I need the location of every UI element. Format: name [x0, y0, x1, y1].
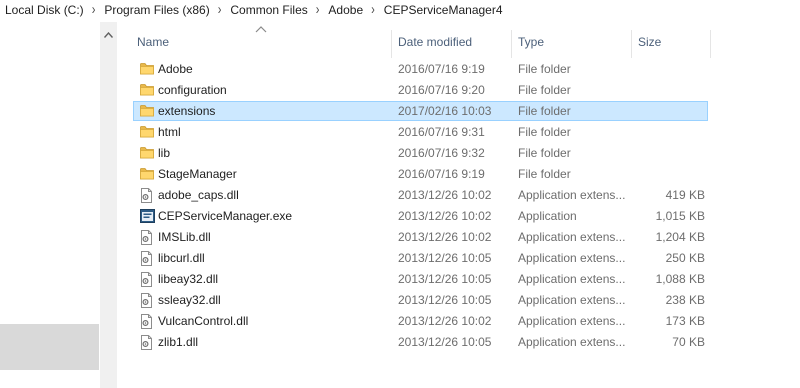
list-item[interactable]: libcurl.dll 2013/12/26 10:05 Application…	[133, 248, 708, 268]
file-name: configuration	[158, 83, 227, 97]
file-date: 2013/12/26 10:02	[398, 209, 492, 223]
file-type: Application extens...	[518, 272, 626, 286]
file-name: libeay32.dll	[158, 272, 219, 286]
breadcrumb-program-files[interactable]: Program Files (x86)	[99, 3, 213, 17]
list-item[interactable]: html 2016/07/16 9:31 File folder	[133, 122, 708, 142]
file-date: 2016/07/16 9:19	[398, 167, 485, 181]
file-date: 2013/12/26 10:05	[398, 293, 492, 307]
file-size: 1,088 KB	[655, 272, 705, 286]
breadcrumb-separator-icon[interactable]: ›	[214, 2, 226, 18]
scroll-up-arrow-icon[interactable]	[100, 28, 117, 42]
dll-file-icon	[140, 293, 154, 308]
file-name: extensions	[158, 104, 216, 118]
list-item[interactable]: ssleay32.dll 2013/12/26 10:05 Applicatio…	[133, 290, 708, 310]
file-type: File folder	[518, 125, 571, 139]
list-item[interactable]: lib 2016/07/16 9:32 File folder	[133, 143, 708, 163]
file-size: 250 KB	[665, 251, 705, 265]
file-date: 2013/12/26 10:05	[398, 272, 492, 286]
file-date: 2013/12/26 10:02	[398, 188, 492, 202]
file-name: zlib1.dll	[158, 335, 199, 349]
list-item[interactable]: StageManager 2016/07/16 9:19 File folder	[133, 164, 708, 184]
file-type: File folder	[518, 146, 571, 160]
file-size: 70 KB	[672, 335, 705, 349]
list-item[interactable]: zlib1.dll 2013/12/26 10:05 Application e…	[133, 332, 708, 352]
list-item[interactable]: CEPServiceManager.exe 2013/12/26 10:02 A…	[133, 206, 708, 226]
folder-icon	[140, 104, 154, 119]
file-date: 2013/12/26 10:05	[398, 251, 492, 265]
breadcrumb-common-files[interactable]: Common Files	[225, 3, 311, 17]
column-date-modified[interactable]: Date modified	[392, 30, 512, 58]
list-item[interactable]: VulcanControl.dll 2013/12/26 10:02 Appli…	[133, 311, 708, 331]
file-type: Application extens...	[518, 188, 626, 202]
breadcrumb: Local Disk (C:) › Program Files (x86) › …	[0, 0, 800, 20]
file-type: Application extens...	[518, 230, 626, 244]
file-name: html	[158, 125, 181, 139]
breadcrumb-cepservicemanager4[interactable]: CEPServiceManager4	[379, 3, 507, 17]
dll-file-icon	[140, 188, 154, 203]
file-size: 173 KB	[665, 314, 705, 328]
file-date: 2017/02/16 10:03	[398, 104, 492, 118]
column-header: Name Date modified Type Size	[117, 26, 800, 58]
dll-file-icon	[140, 230, 154, 245]
breadcrumb-adobe[interactable]: Adobe	[323, 3, 367, 17]
file-date: 2016/07/16 9:19	[398, 62, 485, 76]
file-date: 2016/07/16 9:31	[398, 125, 485, 139]
file-type: Application extens...	[518, 335, 626, 349]
list-item[interactable]: configuration 2016/07/16 9:20 File folde…	[133, 80, 708, 100]
folder-icon	[140, 167, 154, 182]
dll-file-icon	[140, 335, 154, 350]
file-type: File folder	[518, 104, 571, 118]
file-size: 238 KB	[665, 293, 705, 307]
navigation-scrollbar[interactable]	[100, 22, 117, 388]
file-date: 2013/12/26 10:02	[398, 230, 492, 244]
folder-icon	[140, 62, 154, 77]
file-name: IMSLib.dll	[158, 230, 211, 244]
dll-file-icon	[140, 251, 154, 266]
list-item-selected[interactable]: extensions 2017/02/16 10:03 File folder	[133, 101, 708, 121]
column-size[interactable]: Size	[632, 30, 711, 58]
list-item[interactable]: Adobe 2016/07/16 9:19 File folder	[133, 59, 708, 79]
column-name[interactable]: Name	[131, 30, 392, 58]
file-size: 419 KB	[665, 188, 705, 202]
file-date: 2013/12/26 10:05	[398, 335, 492, 349]
folder-icon	[140, 83, 154, 98]
column-type[interactable]: Type	[512, 30, 632, 58]
file-size: 1,015 KB	[655, 209, 705, 223]
file-name: lib	[158, 146, 171, 160]
list-item[interactable]: libeay32.dll 2013/12/26 10:05 Applicatio…	[133, 269, 708, 289]
file-type: Application extens...	[518, 251, 626, 265]
folder-icon	[140, 146, 154, 161]
breadcrumb-separator-icon[interactable]: ›	[88, 2, 100, 18]
file-type: File folder	[518, 62, 571, 76]
file-name: adobe_caps.dll	[158, 188, 239, 202]
navigation-selected-item[interactable]	[0, 324, 99, 370]
file-type: Application extens...	[518, 293, 626, 307]
breadcrumb-local-disk[interactable]: Local Disk (C:)	[0, 3, 88, 17]
file-date: 2016/07/16 9:20	[398, 83, 485, 97]
file-date: 2016/07/16 9:32	[398, 146, 485, 160]
breadcrumb-separator-icon[interactable]: ›	[312, 2, 324, 18]
file-type: File folder	[518, 167, 571, 181]
dll-file-icon	[140, 314, 154, 329]
file-type: Application	[518, 209, 577, 223]
breadcrumb-separator-icon[interactable]: ›	[367, 2, 379, 18]
file-type: File folder	[518, 83, 571, 97]
file-type: Application extens...	[518, 314, 626, 328]
file-name: ssleay32.dll	[158, 293, 221, 307]
file-name: StageManager	[158, 167, 237, 181]
list-item[interactable]: adobe_caps.dll 2013/12/26 10:02 Applicat…	[133, 185, 708, 205]
file-name: CEPServiceManager.exe	[158, 209, 293, 223]
file-name: Adobe	[158, 62, 193, 76]
file-size: 1,204 KB	[655, 230, 705, 244]
file-date: 2013/12/26 10:02	[398, 314, 492, 328]
dll-file-icon	[140, 272, 154, 287]
list-item[interactable]: IMSLib.dll 2013/12/26 10:02 Application …	[133, 227, 708, 247]
navigation-pane[interactable]	[0, 22, 100, 388]
file-name: VulcanControl.dll	[158, 314, 249, 328]
folder-icon	[140, 125, 154, 140]
exe-file-icon	[140, 209, 155, 224]
file-list[interactable]: Name Date modified Type Size Adobe 2016/…	[117, 22, 800, 388]
file-name: libcurl.dll	[158, 251, 205, 265]
